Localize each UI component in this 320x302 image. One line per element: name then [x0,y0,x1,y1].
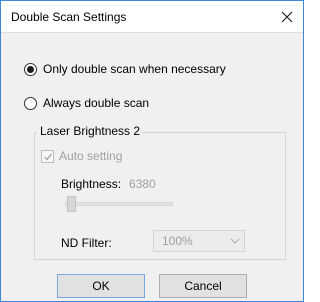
brightness-slider-track[interactable] [65,202,173,206]
brightness-slider-thumb[interactable] [67,196,76,212]
radio-label-only-when-necessary: Only double scan when necessary [43,62,226,76]
auto-setting-label: Auto setting [59,149,123,163]
nd-filter-label: ND Filter: [61,236,112,250]
radio-button-checked[interactable] [24,62,37,76]
nd-filter-select[interactable]: 100% [153,230,245,252]
dialog-window: Double Scan Settings Only double scan wh… [0,0,304,302]
radio-button-unchecked[interactable] [24,96,37,110]
auto-setting-checkbox[interactable] [41,149,54,163]
radio-always-double-scan[interactable]: Always double scan [24,96,149,110]
check-icon [44,153,53,161]
brightness-row: Brightness: 6380 [61,177,156,191]
ok-button[interactable]: OK [57,274,145,298]
cancel-button[interactable]: Cancel [159,274,247,298]
chevron-down-icon [226,238,244,244]
group-title: Laser Brightness 2 [37,124,144,138]
title-bar: Double Scan Settings [1,1,303,33]
radio-label-always-double-scan: Always double scan [43,96,150,110]
nd-filter-value: 100% [162,234,193,248]
radio-only-when-necessary[interactable]: Only double scan when necessary [24,62,226,76]
auto-setting-checkbox-row[interactable]: Auto setting [41,149,122,163]
close-icon [281,11,293,23]
brightness-label: Brightness: [61,177,122,191]
window-title: Double Scan Settings [11,10,127,24]
brightness-value: 6380 [129,177,156,191]
close-button[interactable] [275,5,299,29]
